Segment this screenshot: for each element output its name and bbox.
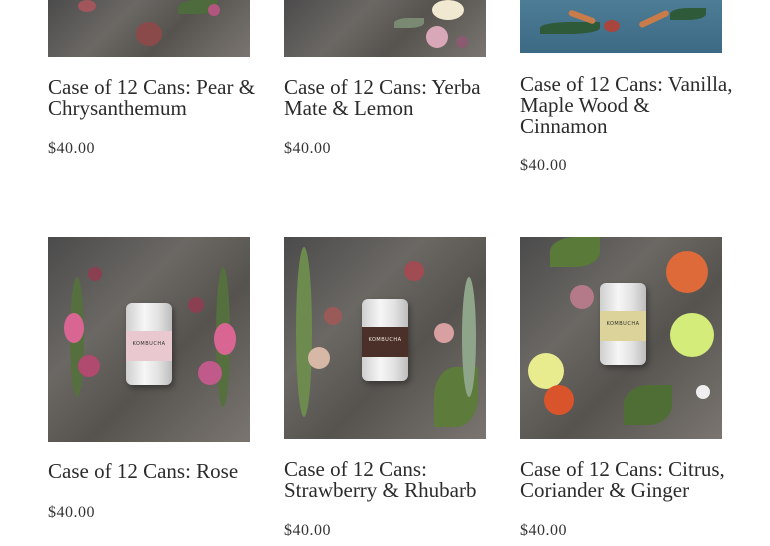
product-image[interactable] — [284, 0, 486, 57]
kombucha-can: KOMBUCHA — [362, 299, 408, 381]
product-image[interactable] — [520, 0, 722, 53]
product-image[interactable]: KOMBUCHA — [284, 237, 486, 439]
product-price: $40.00 — [48, 140, 95, 157]
product-title[interactable]: Case of 12 Cans: Vanilla, Maple Wood & C… — [520, 74, 735, 137]
product-title[interactable]: Case of 12 Cans: Rose — [48, 461, 263, 482]
flower-decoration — [308, 347, 330, 369]
flower-decoration — [64, 313, 84, 343]
leaf-decoration — [550, 237, 600, 267]
flower-decoration — [432, 0, 464, 20]
product-title[interactable]: Case of 12 Cans: Strawberry & Rhubarb — [284, 459, 499, 501]
product-price: $40.00 — [520, 522, 567, 539]
flower-decoration — [324, 307, 342, 325]
kombucha-can: KOMBUCHA — [126, 303, 172, 385]
product-price: $40.00 — [48, 504, 95, 521]
flower-decoration — [78, 355, 100, 377]
leaf-decoration — [462, 277, 476, 397]
leaf-decoration — [296, 247, 312, 417]
flower-decoration — [528, 353, 564, 389]
product-image[interactable] — [48, 0, 250, 57]
product-card[interactable]: KOMBUCHA Case of 12 Cans: Strawberry & R… — [284, 237, 486, 539]
flower-decoration — [696, 385, 710, 399]
flower-decoration — [78, 0, 96, 12]
product-price: $40.00 — [284, 140, 331, 157]
product-card[interactable]: Case of 12 Cans: Yerba Mate & Lemon $40.… — [284, 0, 486, 157]
product-image[interactable]: KOMBUCHA — [520, 237, 722, 439]
flower-decoration — [426, 26, 448, 48]
product-image[interactable]: KOMBUCHA — [48, 237, 250, 442]
flower-decoration — [570, 285, 594, 309]
flower-decoration — [456, 36, 468, 48]
product-card[interactable]: Case of 12 Cans: Vanilla, Maple Wood & C… — [520, 0, 733, 174]
product-price: $40.00 — [284, 522, 331, 539]
product-card[interactable]: KOMBUCHA Case of 12 Cans: Citrus, Corian… — [520, 237, 725, 539]
fern-decoration — [624, 385, 672, 425]
berry-decoration — [604, 20, 620, 32]
product-title[interactable]: Case of 12 Cans: Citrus, Coriander & Gin… — [520, 459, 735, 501]
flower-decoration — [666, 251, 708, 293]
flower-decoration — [188, 297, 204, 313]
product-title[interactable]: Case of 12 Cans: Yerba Mate & Lemon — [284, 77, 499, 119]
flower-decoration — [670, 313, 714, 357]
flower-decoration — [214, 323, 236, 355]
flower-decoration — [434, 323, 454, 343]
flower-decoration — [198, 361, 222, 385]
kombucha-can: KOMBUCHA — [600, 283, 646, 365]
product-title[interactable]: Case of 12 Cans: Pear & Chrysanthemum — [48, 77, 263, 119]
flower-decoration — [88, 267, 102, 281]
product-card[interactable]: Case of 12 Cans: Pear & Chrysanthemum $4… — [48, 0, 255, 157]
leaf-decoration — [670, 8, 706, 20]
flower-decoration — [404, 261, 424, 281]
leaf-decoration — [394, 18, 424, 28]
flower-decoration — [208, 4, 220, 16]
flower-decoration — [136, 22, 162, 46]
product-price: $40.00 — [520, 157, 567, 174]
cinnamon-stick-decoration — [638, 9, 670, 29]
product-card[interactable]: KOMBUCHA Case of 12 Cans: Rose $40.00 — [48, 237, 250, 521]
flower-decoration — [544, 385, 574, 415]
